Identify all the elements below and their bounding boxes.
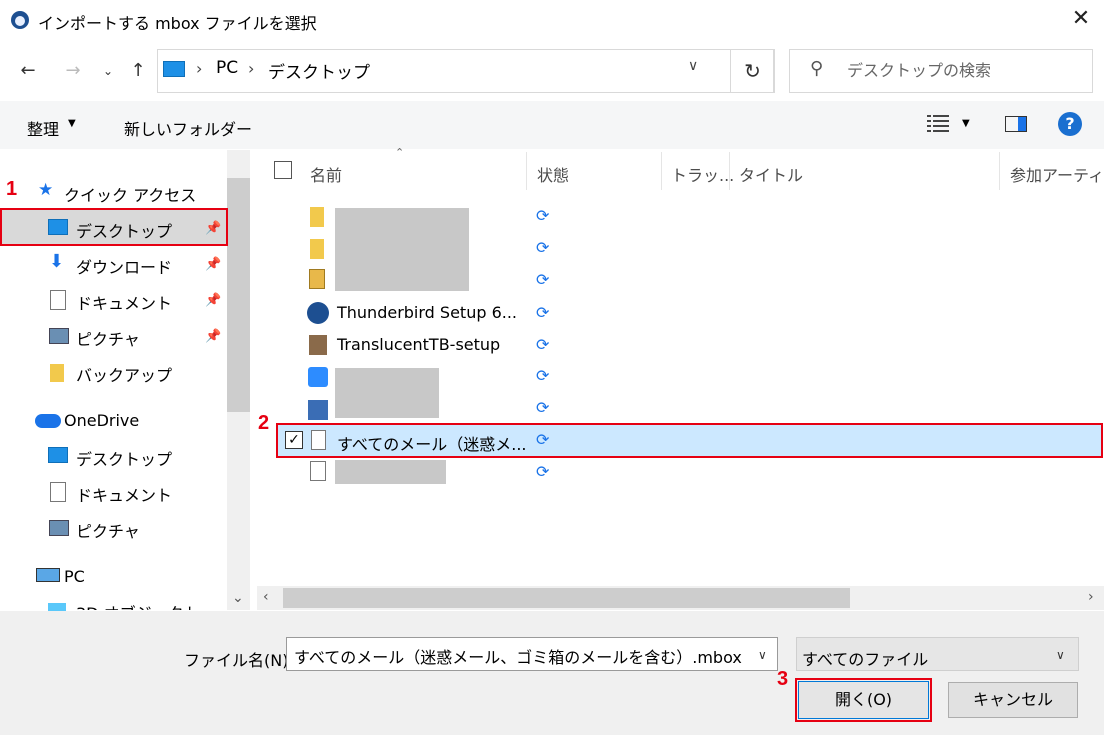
- scroll-right-arrow-icon[interactable]: ›: [1088, 589, 1094, 605]
- new-folder-button[interactable]: 新しいフォルダー: [124, 116, 252, 140]
- sidebar-pc[interactable]: PC: [64, 567, 85, 586]
- search-input[interactable]: [845, 60, 1089, 81]
- sync-status-icon: ⟳: [536, 238, 550, 257]
- breadcrumb-chevron-icon: ›: [248, 59, 255, 78]
- file-name[interactable]: TranslucentTB-setup: [337, 335, 500, 354]
- annotation-number: 1: [6, 178, 18, 200]
- forward-arrow-icon[interactable]: →: [61, 59, 85, 83]
- annotation-highlight-box: [276, 423, 1103, 458]
- column-contributing-artist[interactable]: 参加アーティス: [1010, 162, 1104, 186]
- annotation-highlight-box: [795, 678, 932, 722]
- dialog-footer: [0, 611, 1104, 735]
- star-icon: ★: [38, 180, 54, 200]
- recent-locations-chevron-icon[interactable]: ⌄: [96, 59, 120, 83]
- sidebar-item-backup[interactable]: バックアップ: [76, 362, 172, 386]
- breadcrumb-pc[interactable]: PC: [216, 58, 238, 78]
- chevron-down-icon[interactable]: ∨: [758, 648, 767, 662]
- folder-icon: [310, 207, 324, 227]
- sync-status-icon: ⟳: [536, 303, 550, 322]
- sidebar-item-downloads[interactable]: ダウンロード: [76, 254, 172, 278]
- sync-status-icon: ⟳: [536, 335, 550, 354]
- annotation-number: 3: [777, 668, 789, 690]
- annotation-number: 2: [258, 412, 270, 434]
- zip-folder-icon: [309, 269, 325, 289]
- organize-button[interactable]: 整理: [27, 116, 59, 140]
- document-icon: [50, 290, 66, 310]
- sidebar-item-pictures[interactable]: ピクチャ: [76, 326, 140, 350]
- scroll-down-arrow-icon[interactable]: ⌄: [232, 590, 244, 606]
- folder-icon: [50, 364, 64, 382]
- filename-input[interactable]: [292, 645, 746, 666]
- up-arrow-icon[interactable]: ↑: [126, 59, 150, 83]
- sidebar-item-onedrive-documents[interactable]: ドキュメント: [76, 482, 172, 506]
- document-icon: [50, 482, 66, 502]
- file-icon: [310, 461, 326, 481]
- pictures-icon: [49, 520, 69, 536]
- redacted-filename: [335, 460, 446, 484]
- search-icon: ⚲: [810, 58, 824, 79]
- sidebar-scroll-thumb[interactable]: [227, 178, 250, 412]
- pc-icon: [36, 568, 60, 582]
- back-arrow-icon[interactable]: ←: [16, 59, 40, 83]
- view-details-icon[interactable]: [927, 114, 949, 132]
- sidebar-item-onedrive-pictures[interactable]: ピクチャ: [76, 518, 140, 542]
- column-track[interactable]: トラッ...: [671, 162, 734, 186]
- filetype-value: すべてのファイル: [802, 650, 929, 669]
- desktop-icon: [48, 447, 68, 463]
- preview-pane-icon[interactable]: [1005, 116, 1027, 132]
- column-title[interactable]: タイトル: [739, 162, 803, 186]
- download-arrow-icon: ⬇: [49, 251, 65, 272]
- shortcut-icon: [308, 367, 328, 387]
- sync-status-icon: ⟳: [536, 366, 550, 385]
- pin-icon[interactable]: 📌: [205, 293, 221, 308]
- annotation-highlight-box: [0, 208, 228, 246]
- thunderbird-setup-icon: [307, 302, 329, 324]
- column-separator[interactable]: [999, 152, 1000, 190]
- sort-ascending-icon: ⌃: [395, 146, 405, 159]
- redacted-filename: [335, 208, 469, 291]
- 3d-objects-icon: [48, 603, 66, 611]
- thunderbird-icon: [11, 11, 29, 29]
- installer-icon: [309, 335, 327, 355]
- refresh-icon[interactable]: ↻: [730, 49, 775, 93]
- sidebar-item-onedrive-desktop[interactable]: デスクトップ: [76, 446, 172, 470]
- redacted-filename: [335, 368, 439, 418]
- sync-status-icon: ⟳: [536, 462, 550, 481]
- pin-icon[interactable]: 📌: [205, 257, 221, 272]
- caret-down-icon[interactable]: ▼: [68, 118, 76, 129]
- folder-icon: [310, 239, 324, 259]
- pin-icon[interactable]: 📌: [205, 329, 221, 344]
- sync-status-icon: ⟳: [536, 398, 550, 417]
- scroll-left-arrow-icon[interactable]: ‹: [263, 589, 269, 605]
- column-separator[interactable]: [729, 152, 730, 190]
- column-separator[interactable]: [661, 152, 662, 190]
- window-title: インポートする mbox ファイルを選択: [38, 14, 317, 33]
- sidebar-quick-access[interactable]: クイック アクセス: [64, 182, 196, 206]
- breadcrumb-chevron-icon: ›: [196, 59, 203, 78]
- caret-down-icon[interactable]: ▼: [962, 118, 970, 129]
- horizontal-scroll-thumb[interactable]: [283, 588, 850, 608]
- sync-status-icon: ⟳: [536, 206, 550, 225]
- desktop-folder-icon: [163, 61, 185, 77]
- breadcrumb-desktop[interactable]: デスクトップ: [268, 58, 370, 83]
- column-name[interactable]: 名前: [310, 162, 342, 186]
- close-icon[interactable]: ✕: [1068, 6, 1094, 32]
- help-icon[interactable]: ?: [1058, 112, 1082, 136]
- pictures-icon: [49, 328, 69, 344]
- chevron-down-icon[interactable]: ∨: [1056, 648, 1065, 662]
- sidebar-onedrive[interactable]: OneDrive: [64, 411, 139, 430]
- shortcut-icon: [308, 400, 328, 420]
- address-dropdown-chevron-icon[interactable]: ∨: [688, 58, 698, 74]
- sidebar-item-3d-objects[interactable]: 3D オブジェクト: [76, 600, 200, 610]
- filename-label: ファイル名(N):: [184, 651, 294, 670]
- select-all-checkbox[interactable]: [274, 161, 292, 179]
- sync-status-icon: ⟳: [536, 270, 550, 289]
- cancel-button[interactable]: キャンセル: [948, 682, 1078, 718]
- column-status[interactable]: 状態: [537, 162, 569, 186]
- file-name[interactable]: Thunderbird Setup 6...: [337, 303, 517, 322]
- sidebar-item-documents[interactable]: ドキュメント: [76, 290, 172, 314]
- column-separator[interactable]: [526, 152, 527, 190]
- onedrive-cloud-icon: [35, 414, 61, 428]
